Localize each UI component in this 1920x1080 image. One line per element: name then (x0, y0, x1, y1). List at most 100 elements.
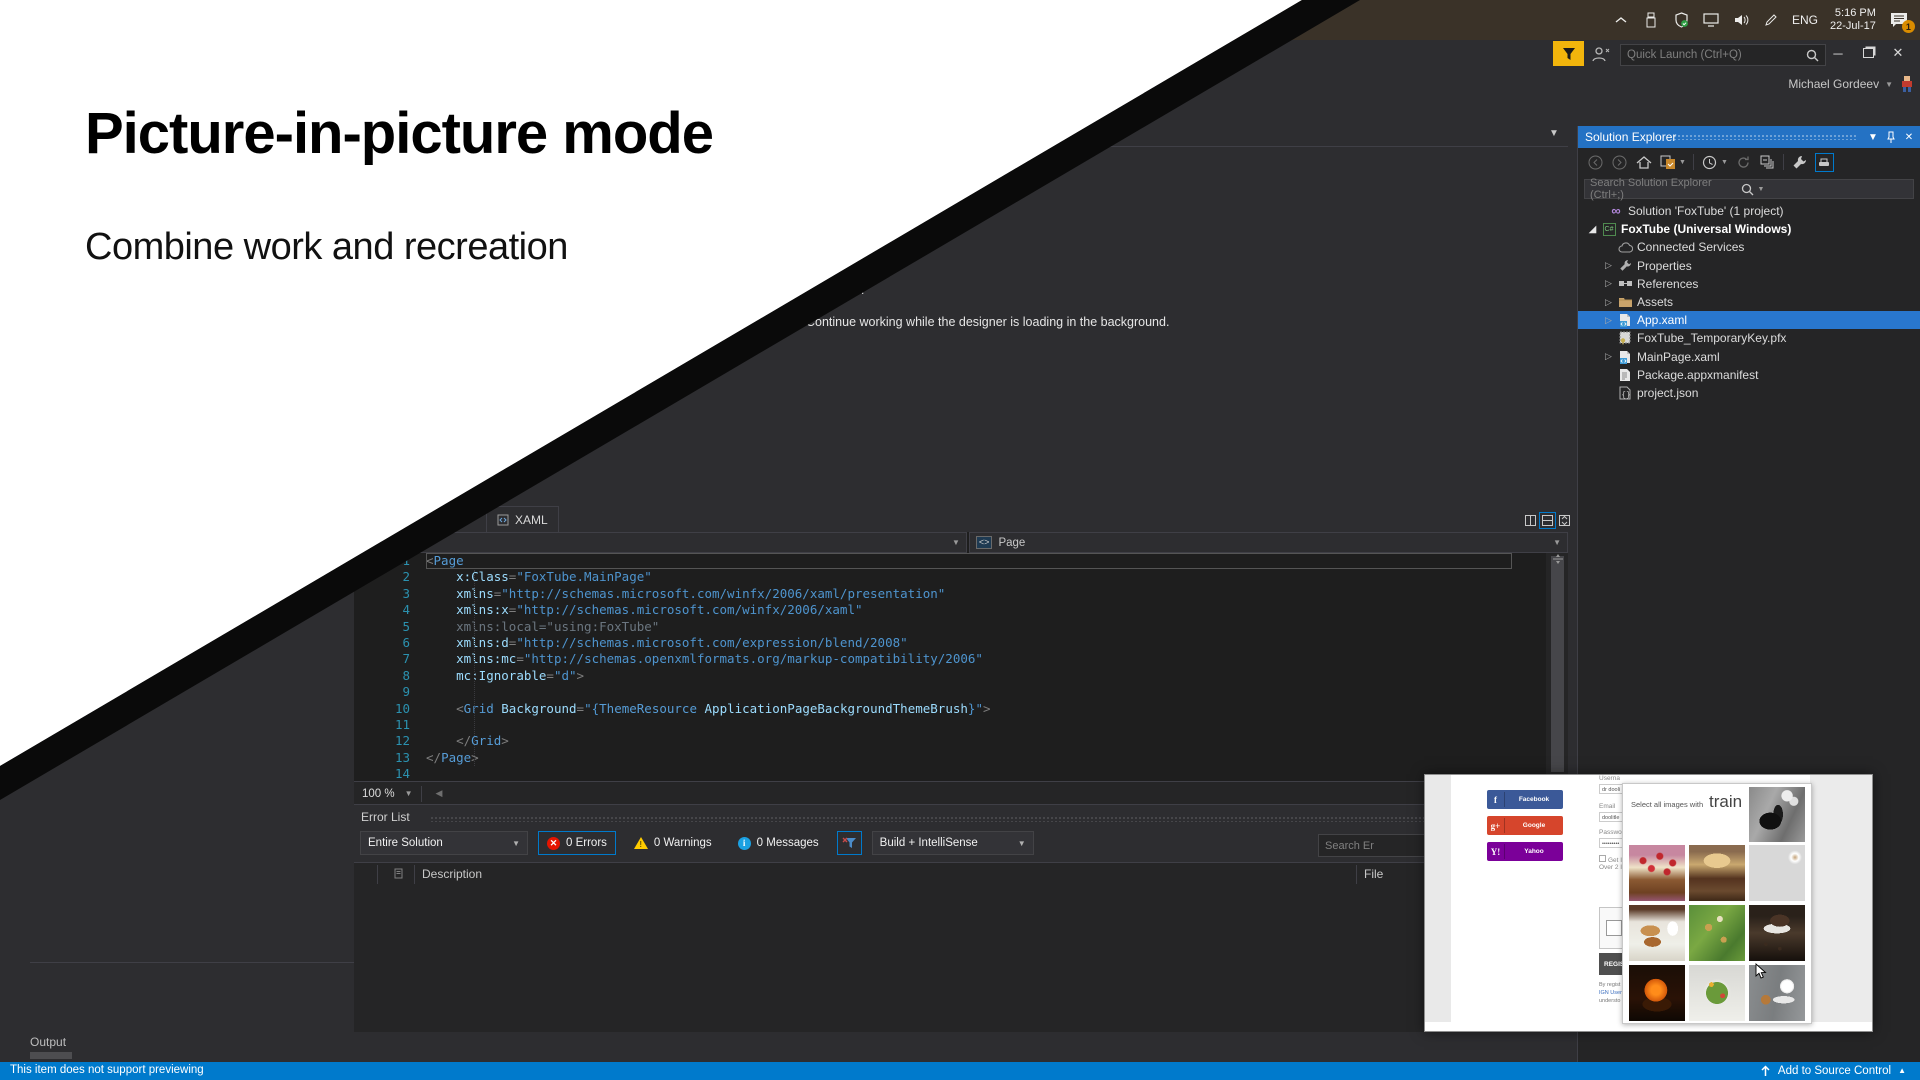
chevron-down-icon[interactable]: ▼ (405, 789, 413, 798)
chevron-up-icon[interactable] (1612, 11, 1630, 29)
code-editor[interactable]: 1<Page2 x:Class="FoxTube.MainPage"3 xmln… (354, 553, 1546, 781)
tree-item-connected-services[interactable]: Connected Services (1578, 238, 1920, 256)
editor-scrollbar-thumb[interactable] (1551, 556, 1564, 772)
code-line[interactable]: 10 <Grid Background="{ThemeResource Appl… (354, 701, 1546, 717)
code-line[interactable]: 2 x:Class="FoxTube.MainPage" (354, 569, 1546, 585)
code-line[interactable]: 5 xmlns:local="using:FoxTube" (354, 619, 1546, 635)
account-area[interactable]: Michael Gordeev ▼ (1700, 73, 1915, 95)
expander-icon[interactable]: ▷ (1601, 260, 1616, 271)
preview-selected-items-icon[interactable] (1815, 153, 1834, 172)
build-filter-dropdown[interactable]: Build + IntelliSense ▼ (872, 831, 1034, 855)
feedback-person-icon[interactable] (1591, 45, 1611, 63)
expander-icon[interactable]: ▷ (1601, 315, 1616, 326)
messages-filter-button[interactable]: i 0 Messages (730, 832, 827, 854)
code-line[interactable]: 3 xmlns="http://schemas.microsoft.com/wi… (354, 586, 1546, 602)
split-handle-icon[interactable] (1552, 553, 1564, 565)
pin-icon[interactable] (1883, 129, 1899, 145)
captcha-cell-strawberry-cake[interactable] (1629, 845, 1685, 901)
error-list-body[interactable] (354, 886, 1568, 1032)
split-vertical-icon[interactable] (1522, 512, 1539, 529)
column-file[interactable]: File (1364, 867, 1383, 881)
code-line[interactable]: 4 xmlns:x="http://schemas.microsoft.com/… (354, 602, 1546, 618)
tree-item-mainpage-xaml[interactable]: ▷MainPage.xaml (1578, 348, 1920, 366)
newsletter-checkbox[interactable] (1599, 855, 1606, 862)
pen-icon[interactable] (1762, 11, 1780, 29)
yahoo-login-button[interactable]: Y!Yahoo (1487, 842, 1563, 861)
filter-button[interactable] (837, 831, 862, 855)
taskbar-clock[interactable]: 5:16 PM 22-Jul-17 (1830, 7, 1876, 33)
notifications-icon[interactable]: 1 (1888, 11, 1910, 29)
code-line[interactable]: 13</Page> (354, 750, 1546, 766)
tree-item-assets[interactable]: ▷Assets (1578, 293, 1920, 311)
code-line[interactable]: 6 xmlns:d="http://schemas.microsoft.com/… (354, 635, 1546, 651)
language-indicator[interactable]: ENG (1792, 13, 1818, 27)
code-line[interactable]: 14 (354, 766, 1546, 782)
google-login-button[interactable]: g+Google (1487, 816, 1563, 835)
solution-explorer-title-bar[interactable]: Solution Explorer ▼ ✕ (1578, 126, 1920, 148)
pip-window[interactable]: fFacebookg+GoogleY!Yahoo Userna dr dooli… (1424, 774, 1873, 1032)
feedback-flag-button[interactable] (1553, 41, 1584, 66)
pending-changes-filter-icon[interactable] (1701, 154, 1718, 171)
expander-icon[interactable]: ▷ (1601, 278, 1616, 289)
restore-button[interactable] (1854, 40, 1882, 66)
display-icon[interactable] (1702, 11, 1720, 29)
errors-filter-button[interactable]: ✕ 0 Errors (538, 831, 616, 855)
facebook-login-button[interactable]: fFacebook (1487, 790, 1563, 809)
tree-item-package-appxmanifest[interactable]: Package.appxmanifest (1578, 366, 1920, 384)
code-line[interactable]: 11 (354, 717, 1546, 733)
collapse-all-icon[interactable] (1759, 154, 1776, 171)
tree-item-project-json[interactable]: {}project.json (1578, 384, 1920, 402)
volume-icon[interactable] (1732, 11, 1750, 29)
sync-with-active-document-icon[interactable] (1659, 154, 1676, 171)
defender-shield-icon[interactable] (1672, 11, 1690, 29)
captcha-cell-dessert-glass[interactable] (1689, 845, 1745, 901)
chevron-down-icon[interactable]: ▼ (1758, 186, 1909, 193)
back-icon[interactable] (1587, 154, 1604, 171)
tab-xaml[interactable]: XAML (486, 506, 559, 532)
code-line[interactable]: 9 (354, 684, 1546, 700)
tree-item-references[interactable]: ▷References (1578, 275, 1920, 293)
forward-icon[interactable] (1611, 154, 1628, 171)
captcha-cell-breakfast-plate[interactable] (1629, 905, 1685, 961)
captcha-cell-walnut-salad[interactable] (1689, 905, 1745, 961)
chevron-down-icon[interactable]: ▼ (1679, 159, 1686, 166)
scope-dropdown[interactable]: Entire Solution ▼ (360, 831, 528, 855)
refresh-icon[interactable] (1735, 154, 1752, 171)
code-line[interactable]: 12 </Grid> (354, 733, 1546, 749)
close-button[interactable]: ✕ (1884, 40, 1912, 66)
zoom-level-dropdown[interactable]: 100 % (362, 788, 395, 800)
usb-icon[interactable] (1642, 11, 1660, 29)
solution-explorer-search-input[interactable]: Search Solution Explorer (Ctrl+;) ▼ (1584, 179, 1914, 199)
properties-wrench-icon[interactable] (1791, 154, 1808, 171)
expander-icon[interactable]: ▷ (1601, 297, 1616, 308)
split-horizontal-icon[interactable] (1539, 512, 1556, 529)
tab-output[interactable]: Output (30, 1035, 66, 1049)
captcha-cell-pancakes-coffee[interactable] (1749, 845, 1805, 901)
home-icon[interactable] (1635, 154, 1652, 171)
add-to-source-control[interactable]: Add to Source Control ▲ (1760, 1064, 1906, 1077)
document-well-dropdown[interactable]: ▼ (1549, 128, 1559, 139)
minimize-button[interactable]: ─ (1824, 40, 1852, 66)
code-line[interactable]: 8 mc:Ignorable="d"> (354, 668, 1546, 684)
code-line[interactable]: 7 xmlns:mc="http://schemas.openxmlformat… (354, 651, 1546, 667)
close-icon[interactable]: ✕ (1901, 129, 1917, 145)
swap-panes-icon[interactable] (1556, 512, 1573, 529)
recaptcha-checkbox[interactable] (1606, 920, 1622, 936)
tree-item-foxtube-universal-windows-[interactable]: ◢C#FoxTube (Universal Windows) (1578, 220, 1920, 238)
tree-item-foxtube-temporarykey-pfx[interactable]: FoxTube_TemporaryKey.pfx (1578, 329, 1920, 347)
code-line[interactable]: 1<Page (354, 553, 1546, 569)
scroll-left-icon[interactable]: ◀ (436, 788, 443, 799)
element-breadcrumb-dropdown[interactable]: <> Page ▼ (969, 532, 1568, 553)
tree-item-app-xaml[interactable]: ▷App.xaml (1578, 311, 1920, 329)
expander-icon[interactable]: ◢ (1585, 224, 1600, 235)
captcha-cell-orange-bowl[interactable] (1629, 965, 1685, 1021)
tree-item-solution-foxtube-1-project-[interactable]: ∞Solution 'FoxTube' (1 project) (1578, 202, 1920, 220)
captcha-cell-coffee-beans[interactable] (1749, 905, 1805, 961)
sort-column-icon[interactable] (394, 868, 404, 880)
column-description[interactable]: Description (422, 867, 482, 881)
captcha-cell-salad-plate[interactable] (1689, 965, 1745, 1021)
chevron-down-icon[interactable]: ▼ (1721, 159, 1728, 166)
fine-print-link[interactable]: IGN User (1599, 989, 1622, 997)
tree-item-properties[interactable]: ▷Properties (1578, 257, 1920, 275)
expander-icon[interactable]: ▷ (1601, 351, 1616, 362)
